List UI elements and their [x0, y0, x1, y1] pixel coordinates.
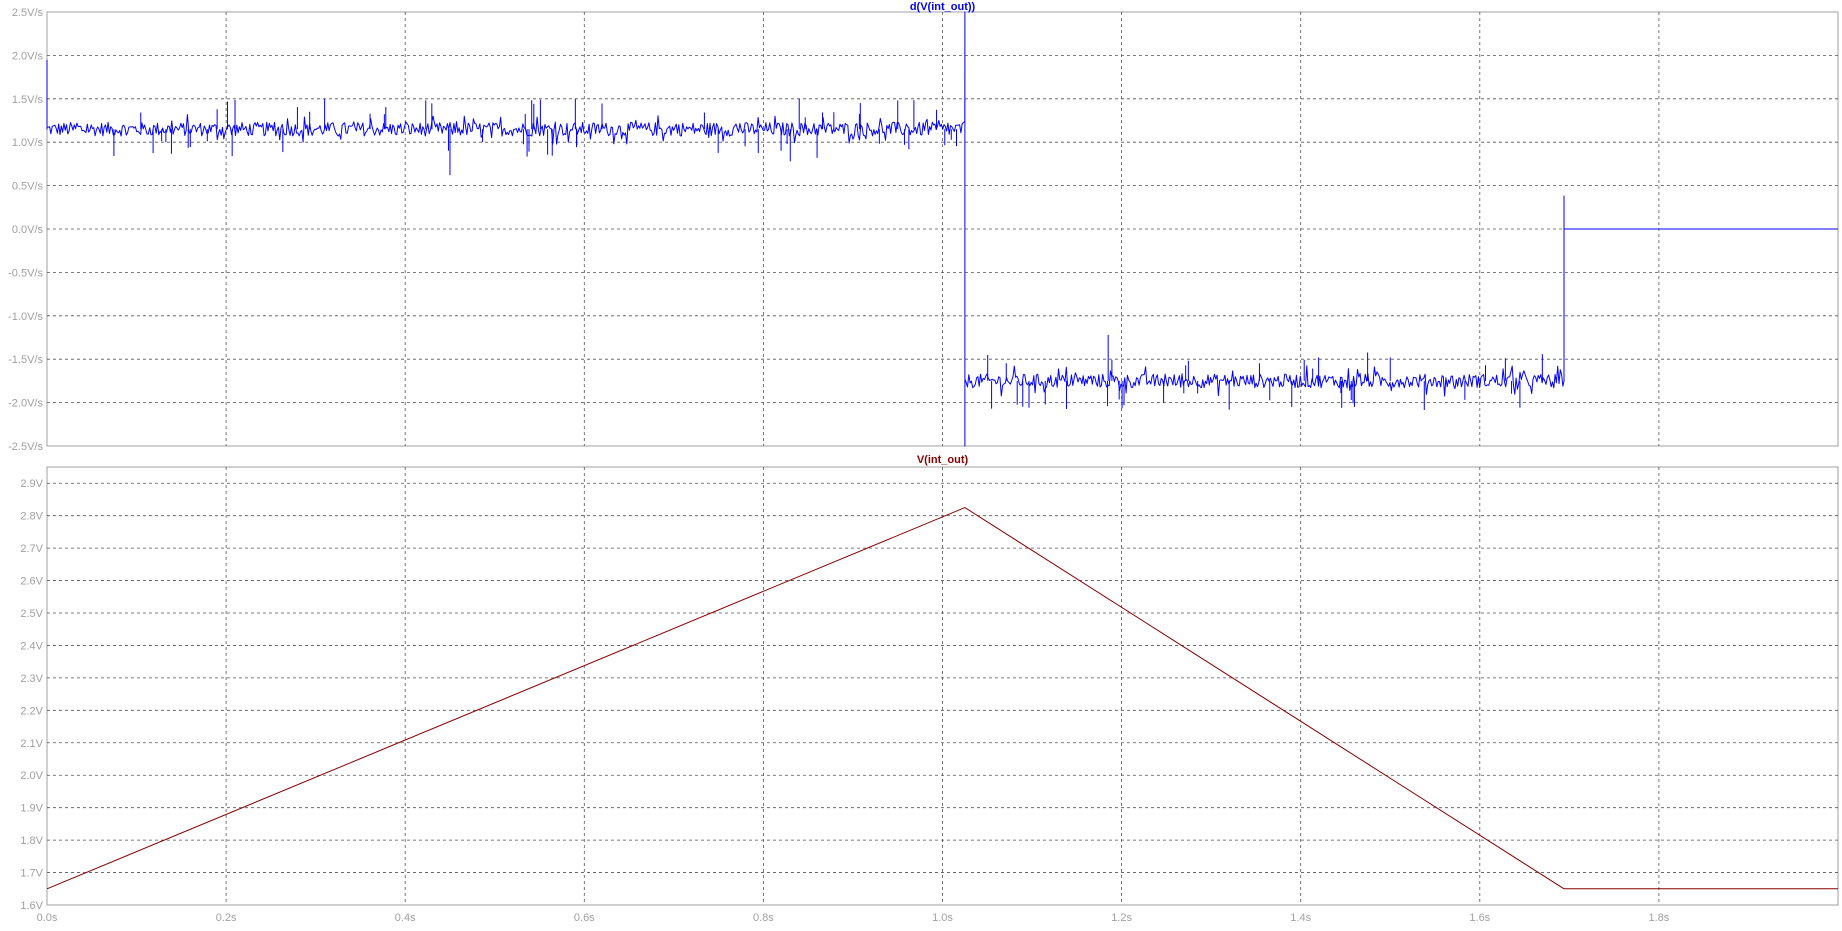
- y-tick-label: 0.5V/s: [12, 181, 44, 193]
- y-tick-label: 2.9V: [20, 478, 43, 490]
- y-tick-label: 2.7V: [20, 543, 43, 555]
- y-tick-label: 2.3V: [20, 673, 43, 685]
- y-tick-label: 1.7V: [20, 868, 43, 880]
- y-tick-label: -1.5V/s: [8, 354, 43, 366]
- y-tick-label: -1.0V/s: [8, 311, 43, 323]
- derivative-pane[interactable]: 2.5V/s 2.0V/s 1.5V/s 1.0V/s 0.5V/s 0.0V/s -0.5…: [8, 1, 1839, 453]
- x-tick-label: 0.0s: [37, 912, 58, 924]
- x-tick-label: 0.6s: [574, 912, 595, 924]
- y-tick-label: 2.4V: [20, 640, 43, 652]
- x-tick-label: 1.6s: [1469, 912, 1490, 924]
- y-tick-label: -2.5V/s: [8, 441, 43, 453]
- y-tick-label: 2.5V: [20, 608, 43, 620]
- waveform-viewer: 2.5V/s 2.0V/s 1.5V/s 1.0V/s 0.5V/s 0.0V/s -0.5…: [0, 0, 1842, 926]
- x-tick-label: 1.4s: [1290, 912, 1311, 924]
- y-tick-label: 2.2V: [20, 705, 43, 717]
- trace-title[interactable]: d(V(int_out)): [910, 1, 976, 13]
- y-tick-label: 1.6V: [20, 900, 43, 912]
- y-tick-label: 2.1V: [20, 738, 43, 750]
- y-tick-label: 2.6V: [20, 576, 43, 588]
- x-tick-label: 1.2s: [1111, 912, 1132, 924]
- voltage-pane[interactable]: 2.9V 2.8V 2.7V 2.6V 2.5V 2.4V 2.3V 2.2V 2.1V 2.0V…: [20, 454, 1839, 924]
- y-tick-label: 1.0V/s: [12, 137, 44, 149]
- x-tick-label: 0.8s: [753, 912, 774, 924]
- y-tick-label: 1.8V: [20, 835, 43, 847]
- y-tick-label: 1.5V/s: [12, 94, 44, 106]
- y-tick-label: -2.0V/s: [8, 398, 43, 410]
- y-tick-label: -0.5V/s: [8, 267, 43, 279]
- y-tick-label: 1.9V: [20, 803, 43, 815]
- y-tick-label: 2.0V: [20, 770, 43, 782]
- y-tick-label: 0.0V/s: [12, 224, 44, 236]
- y-tick-label: 2.8V: [20, 511, 43, 523]
- x-tick-label: 1.0s: [932, 912, 953, 924]
- x-tick-label: 0.4s: [395, 912, 416, 924]
- waveform-plot[interactable]: 2.5V/s 2.0V/s 1.5V/s 1.0V/s 0.5V/s 0.0V/s -0.5…: [0, 0, 1842, 926]
- y-tick-label: 2.5V/s: [12, 7, 44, 19]
- x-tick-label: 0.2s: [216, 912, 237, 924]
- x-tick-label: 1.8s: [1649, 912, 1670, 924]
- y-tick-label: 2.0V/s: [12, 50, 44, 62]
- trace-title[interactable]: V(int_out): [917, 454, 969, 466]
